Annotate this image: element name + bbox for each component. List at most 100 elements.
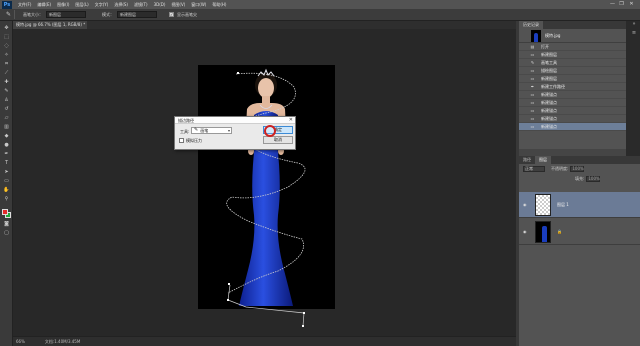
layers-panel: 路径 图层 正常 不透明度: 100% 填充: 100% ◉ 图层 1 ◉ 🔒 [519,156,640,346]
stamp-tool-icon[interactable]: ♙ [3,97,10,104]
layer-row-selected[interactable]: ◉ 图层 1 [519,192,640,218]
close-window-button[interactable]: ✕ [628,1,635,7]
history-brush-tool-icon[interactable]: ↺ [3,106,10,113]
fill-label: 填充: [575,176,585,181]
photoshop-logo: Ps [2,0,12,9]
document-tabs-bar [13,21,516,29]
opacity-field[interactable]: 100% [570,166,585,172]
fill-field[interactable]: 100% [586,176,601,182]
menu-file[interactable]: 文件(F) [18,2,31,8]
menu-help[interactable]: 帮助(H) [212,2,226,8]
path-anchor[interactable] [227,299,229,301]
menu-edit[interactable]: 编辑(E) [37,2,51,8]
history-item[interactable]: ▭ 新建锚点 [519,115,626,123]
sample-label: 模式： [102,11,114,17]
history-item[interactable]: ✎ 画笔工具 [519,59,626,67]
path-anchor[interactable] [228,283,230,285]
screen-mode-icon[interactable]: ▢ [3,230,10,237]
history-item[interactable]: ▭ 新建图层 [519,75,626,83]
zoom-tool-icon[interactable]: ⚲ [3,196,10,203]
healing-tool-icon[interactable]: ✚ [3,79,10,86]
mode-dropdown[interactable]: 新图层 [46,11,86,18]
move-tool-icon[interactable]: ✥ [3,25,10,32]
eye-icon[interactable]: ◉ [523,202,528,207]
status-bar: 66% 文档:1.40M/3.45M [13,336,516,346]
menu-type[interactable]: 文字(Y) [95,2,109,8]
history-item[interactable]: ▤ 打开 [519,43,626,51]
menu-view[interactable]: 视图(V) [171,2,185,8]
brush-tool-icon[interactable]: ✎ [3,88,10,95]
dialog-titlebar[interactable]: 描边路径 ✕ [175,117,295,124]
shape-tool-icon[interactable]: ▭ [3,178,10,185]
document-tab[interactable]: 模特.jpg @ 66.7% (图层 1, RGB/8) * [13,21,87,29]
brush-icon[interactable]: ✎ [3,10,15,19]
history-snapshot[interactable]: 模特.jpg [519,29,626,43]
menu-image[interactable]: 图像(I) [57,2,69,8]
type-tool-icon[interactable]: T [3,160,10,167]
marquee-tool-icon[interactable]: ⬚ [3,34,10,41]
tools-panel: ✥ ⬚ ◌ ✧ ⌗ ⟋ ✚ ✎ ♙ ↺ ▱ ▥ ◆ ● ✒ T ➤ ▭ ✋ ⚲ … [0,21,13,346]
menu-filter[interactable]: 滤镜(T) [134,2,148,8]
snapshot-label: 模特.jpg [545,32,561,38]
history-item[interactable]: ▭ 新建锚点 [519,99,626,107]
history-panel: 历史记录 模特.jpg ▤ 打开 ▭ 新建图层 ✎ 画笔工具 ▭ 描绘图层 ▭ 新建图层 … [519,21,626,149]
eyedropper-tool-icon[interactable]: ⟋ [3,70,10,77]
restore-button[interactable]: ❐ [618,1,625,7]
pen-tool-icon[interactable]: ✒ [3,151,10,158]
history-item-selected[interactable]: ▭ 新建锚点 [519,123,626,131]
history-item[interactable]: ▭ 新建锚点 [519,107,626,115]
layer-row[interactable]: ◉ 🔒 [519,219,640,245]
crop-tool-icon[interactable]: ⌗ [3,61,10,68]
menu-3d[interactable]: 3D(D) [154,2,166,7]
eye-icon[interactable]: ◉ [523,229,528,234]
path-anchor[interactable] [302,325,304,327]
path-select-tool-icon[interactable]: ➤ [3,169,10,176]
blur-tool-icon[interactable]: ◆ [3,133,10,140]
menu-window[interactable]: 窗口(W) [191,2,206,8]
tab-layers[interactable]: 图层 [535,156,551,164]
history-panel-footer [519,149,626,156]
history-item[interactable]: ▭ 新建锚点 [519,91,626,99]
history-item[interactable]: ✒ 新建工作路径 [519,83,626,91]
dodge-tool-icon[interactable]: ● [3,142,10,149]
tab-history[interactable]: 历史记录 [519,21,543,29]
layer-name[interactable]: 图层 1 [557,202,569,208]
menu-select[interactable]: 选择(S) [114,2,128,8]
dialog-close-icon[interactable]: ✕ [289,117,293,124]
layer-icon: ▭ [530,92,535,97]
pen-icon: ✒ [530,84,535,89]
gradient-tool-icon[interactable]: ▥ [3,124,10,131]
eraser-tool-icon[interactable]: ▱ [3,115,10,122]
collapse-panels-icon[interactable]: » [630,21,638,28]
tool-select[interactable]: ✎ 画笔 ▾ [191,127,232,134]
path-anchor[interactable] [237,72,239,74]
minimize-button[interactable]: — [609,1,616,7]
layers-fill-controls: 填充: 100% [519,174,640,184]
snapshot-thumbnail [531,29,541,42]
cancel-button[interactable]: 取消 [263,136,293,144]
quick-select-tool-icon[interactable]: ✧ [3,52,10,59]
history-item[interactable]: ▭ 描绘图层 [519,67,626,75]
options-bar: ✎ 画笔大小： 新图层 模式： 新建图层 ✓ 显示画笔尖 [0,9,640,21]
size-label: 画笔大小： [23,11,43,17]
quick-mask-icon[interactable]: ◙ [3,221,10,228]
simulate-pressure-label: 模拟压力 [186,138,202,143]
panel-menu-icon[interactable]: ≡ [630,30,638,37]
show-tip-checkbox[interactable]: ✓ [169,12,174,17]
blend-mode-dropdown[interactable]: 正常 [523,166,545,172]
show-tip-label: 显示画笔尖 [177,11,197,17]
stroke-path-dialog: 描边路径 ✕ 工具: ✎ 画笔 ▾ 模拟压力 确定 取消 [174,116,296,150]
tab-paths[interactable]: 路径 [519,156,535,164]
layer-icon: ▭ [530,76,535,81]
path-anchor[interactable] [303,312,305,314]
zoom-level[interactable]: 66% [16,339,25,344]
doc-info[interactable]: 文档:1.40M/3.45M [45,339,80,345]
foreground-color-swatch[interactable] [2,209,8,215]
history-item[interactable]: ▭ 新建图层 [519,51,626,59]
layer-icon: ▭ [530,124,535,129]
lasso-tool-icon[interactable]: ◌ [3,43,10,50]
simulate-pressure-checkbox[interactable] [179,138,184,143]
menu-layer[interactable]: 图层(L) [75,2,88,8]
sample-dropdown[interactable]: 新建图层 [117,11,157,18]
hand-tool-icon[interactable]: ✋ [3,187,10,194]
